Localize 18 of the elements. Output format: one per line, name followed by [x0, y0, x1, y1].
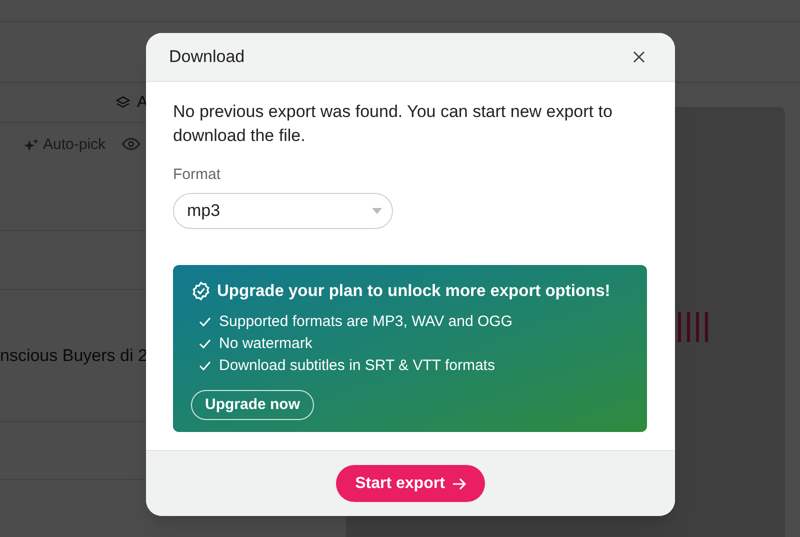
format-label: Format	[173, 165, 222, 185]
check-icon	[199, 316, 211, 327]
upgrade-title: Upgrade your plan to unlock more export options!	[217, 280, 610, 302]
dialog-title: Download	[169, 46, 245, 68]
close-icon[interactable]	[633, 51, 645, 63]
arrow-right-icon	[452, 478, 466, 490]
check-icon	[199, 338, 211, 349]
badge-check-icon	[191, 280, 211, 301]
feature-text: No watermark	[219, 334, 312, 354]
start-export-button[interactable]: Start export	[336, 465, 485, 502]
dialog-message: No previous export was found. You can start new export to download the file.	[173, 101, 614, 147]
check-icon	[199, 360, 211, 371]
feature-text: Supported formats are MP3, WAV and OGG	[219, 312, 512, 332]
row-text: nscious Buyers di 2	[0, 344, 148, 367]
feature-text: Download subtitles in SRT & VTT formats	[219, 356, 495, 376]
format-select[interactable]: mp3	[173, 192, 393, 228]
caret-icon	[372, 208, 382, 214]
upgrade-button[interactable]: Upgrade now	[191, 390, 314, 420]
